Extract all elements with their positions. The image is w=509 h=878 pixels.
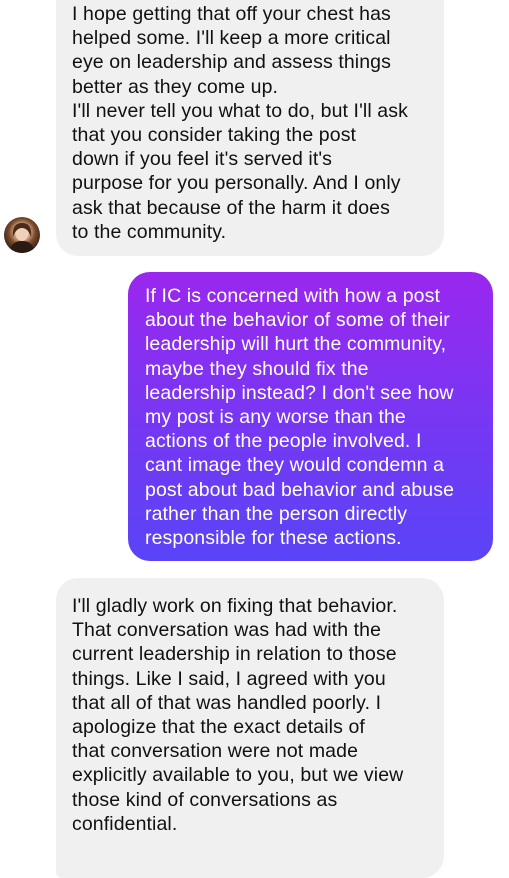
message-thread: I hope getting that off your chest has h…	[0, 0, 509, 878]
avatar[interactable]	[4, 217, 40, 253]
message-bubble-incoming[interactable]: I hope getting that off your chest has h…	[56, 0, 444, 256]
message-bubble-incoming[interactable]: I'll gladly work on fixing that behavior…	[56, 578, 444, 878]
profile-photo-icon	[9, 223, 35, 253]
message-bubble-outgoing[interactable]: If IC is concerned with how a post about…	[128, 272, 493, 561]
